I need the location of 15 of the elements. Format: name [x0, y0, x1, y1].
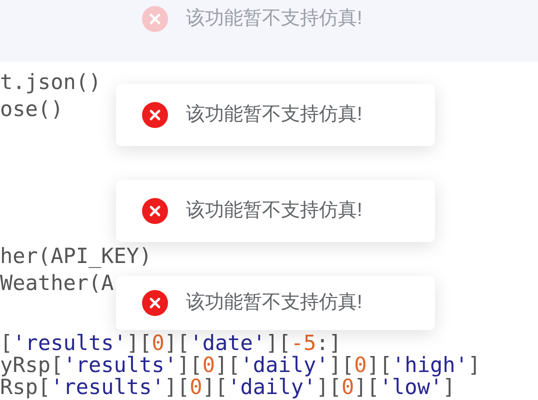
error-icon [142, 6, 168, 32]
toast-message: 该功能暂不支持仿真! [186, 198, 362, 223]
code-line: ose() [0, 96, 64, 122]
error-icon [142, 290, 168, 316]
toast-message: 该功能暂不支持仿真! [186, 102, 362, 127]
code-line: her(API_KEY) [0, 243, 152, 270]
code-line: Rsp['results'][0]['daily'][0]['low'] [0, 376, 456, 398]
toast-message: 该功能暂不支持仿真! [186, 290, 362, 315]
code-line: t.json() [0, 68, 102, 96]
code-line: ['results'][0]['date'][-5:] [0, 332, 342, 354]
error-icon [142, 198, 168, 224]
toast-message: 该功能暂不支持仿真! [186, 6, 362, 31]
code-line: yRsp['results'][0]['daily'][0]['high'] [0, 354, 481, 376]
error-icon [142, 102, 168, 128]
code-line: Weather(A [0, 270, 114, 297]
